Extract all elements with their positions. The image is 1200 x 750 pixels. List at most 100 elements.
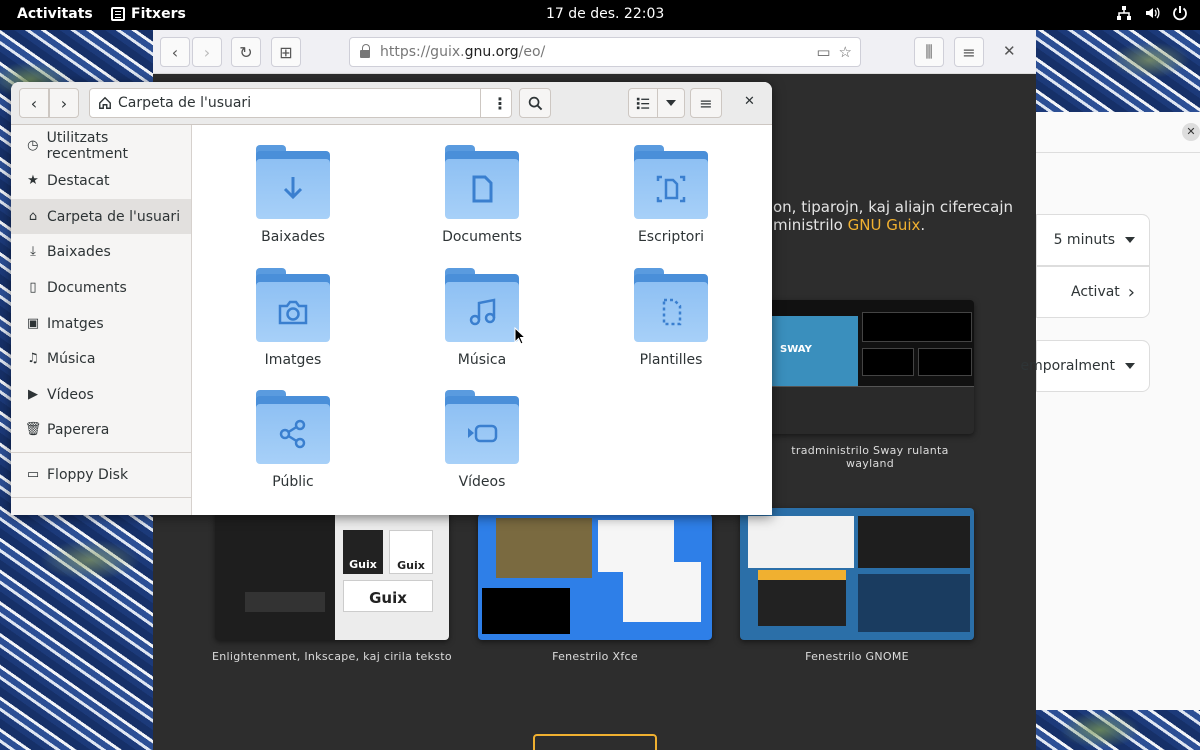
settings-close-button[interactable]: ✕ (1182, 123, 1200, 141)
sway-screenshot[interactable]: SWAY (766, 300, 974, 434)
path-current[interactable]: Carpeta de l'usuari (118, 95, 251, 111)
sidebar-item-music[interactable]: ♫ Música (11, 341, 191, 376)
automatic-lock-row[interactable]: Activat › (1036, 266, 1150, 318)
view-options-button[interactable] (657, 88, 685, 118)
lock-status: Activat (1071, 284, 1120, 300)
reload-button[interactable]: ↻ (231, 37, 261, 67)
folder-public[interactable]: Públic (218, 390, 368, 490)
lock-icon (360, 44, 370, 58)
sidebar-item-label: Baixades (47, 243, 111, 260)
desktop-icon (656, 175, 686, 203)
folder-downloads[interactable]: Baixades (218, 145, 368, 245)
files-menu-button[interactable]: ≡ (690, 88, 722, 118)
home-icon (99, 96, 111, 109)
new-tab-button[interactable]: ⊞ (271, 37, 301, 67)
page-text-line2: ministrilo (773, 216, 848, 234)
sway-label: SWAY (780, 344, 812, 355)
clock[interactable]: 17 de des. 22:03 (546, 6, 664, 22)
gnome-screenshot[interactable] (740, 508, 974, 640)
sidebar-item-label: Documents (47, 279, 127, 296)
close-icon: ✕ (1003, 42, 1016, 60)
network-icon (1116, 5, 1132, 25)
trash-icon: 🗑 (24, 422, 42, 437)
mouse-pointer-icon (514, 327, 526, 345)
chevron-left-icon: ‹ (171, 42, 179, 62)
blank-screen-delay-dropdown[interactable]: 5 minuts (1036, 214, 1150, 266)
sidebar-item-home[interactable]: ⌂ Carpeta de l'usuari (11, 199, 191, 234)
folder-pictures[interactable]: Imatges (218, 268, 368, 368)
sidebar-item-floppy[interactable]: ▭ Floppy Disk (11, 457, 191, 492)
files-forward-button[interactable]: › (49, 88, 79, 118)
folder-music[interactable]: Música (407, 268, 557, 368)
volume-icon (1144, 5, 1160, 25)
url-path: /eo/ (518, 44, 546, 60)
files-close-button[interactable]: ✕ (744, 94, 755, 109)
files-back-button[interactable]: ‹ (19, 88, 49, 118)
sidebar-item-label: Carpeta de l'usuari (47, 208, 181, 225)
close-icon: ✕ (1186, 125, 1196, 138)
list-view-button[interactable] (628, 88, 658, 118)
sidebar-item-trash[interactable]: 🗑 Paperera (11, 412, 191, 447)
temporary-dropdown[interactable]: emporalment (1020, 340, 1150, 392)
video-icon: ▶ (28, 387, 38, 402)
folder-icon (256, 268, 330, 342)
folder-videos[interactable]: Vídeos (407, 390, 557, 490)
sidebar-item-pictures[interactable]: ▣ Imatges (11, 306, 191, 341)
system-tray[interactable] (1116, 5, 1188, 25)
caption-sway: tradministrilo Sway rulanta wayland (791, 444, 949, 470)
gnu-guix-link[interactable]: GNU Guix (848, 216, 921, 234)
sidebar-item-documents[interactable]: ▯ Documents (11, 270, 191, 305)
menu-button[interactable]: ≡ (954, 37, 984, 67)
chevron-left-icon: ‹ (30, 93, 38, 113)
folder-templates[interactable]: Plantilles (596, 268, 746, 368)
app-name: Fitxers (131, 6, 186, 22)
hamburger-icon: ≡ (962, 42, 976, 62)
chevron-right-icon: › (203, 42, 211, 62)
caret-down-icon (666, 100, 676, 106)
home-icon: ⌂ (28, 209, 38, 224)
guix-logo-3: Guix (343, 580, 433, 612)
chevron-right-icon: › (1127, 281, 1135, 303)
reader-view-icon[interactable]: ▭ (816, 43, 830, 61)
template-icon (662, 298, 682, 326)
files-app-icon (111, 7, 125, 21)
library-button[interactable]: ⫼ (914, 37, 944, 67)
activities-button[interactable]: Activitats (17, 6, 93, 22)
folder-label: Vídeos (458, 474, 506, 490)
files-sidebar: ◷ Utilitzats recentment ★ Destacat ⌂ Carpet… (11, 125, 192, 515)
delay-value: 5 minuts (1053, 232, 1115, 248)
forward-button[interactable]: › (192, 37, 222, 67)
folder-icon (634, 268, 708, 342)
sidebar-item-recent[interactable]: ◷ Utilitzats recentment (11, 128, 191, 163)
bookmark-star-icon[interactable]: ☆ (839, 43, 852, 61)
page-action-button[interactable] (533, 734, 657, 750)
close-window-button[interactable]: ✕ (1003, 42, 1016, 60)
camera-icon (278, 300, 308, 325)
xfce-screenshot[interactable] (478, 514, 712, 640)
floppy-icon: ▭ (26, 467, 40, 482)
url-bar[interactable]: https://guix. gnu.org/eo/ ▭ ☆ (349, 37, 861, 67)
share-icon (279, 419, 306, 449)
sidebar-item-downloads[interactable]: ⤓ Baixades (11, 234, 191, 269)
caret-down-icon (1125, 237, 1135, 243)
enlightenment-screenshot[interactable]: Guix Guix Guix (215, 508, 449, 640)
sidebar-item-label: Música (47, 350, 96, 367)
back-button[interactable]: ‹ (160, 37, 190, 67)
sidebar-item-label: Utilitzats recentment (46, 129, 129, 162)
search-button[interactable] (519, 88, 551, 118)
path-menu-icon[interactable]: ⋮ (492, 94, 508, 113)
browser-toolbar: ‹ › ↻ ⊞ https://guix. gnu.org/eo/ ▭ ☆ ⫼ ≡… (153, 30, 1036, 74)
folder-label: Baixades (261, 229, 325, 245)
close-icon: ✕ (744, 94, 755, 109)
app-menu[interactable]: Fitxers (111, 6, 186, 22)
folder-icon (256, 390, 330, 464)
path-bar[interactable]: Carpeta de l'usuari ⋮ (89, 88, 512, 118)
chevron-right-icon: › (60, 93, 68, 113)
reload-icon: ↻ (239, 42, 253, 62)
sidebar-item-videos[interactable]: ▶ Vídeos (11, 377, 191, 412)
folder-icon (445, 268, 519, 342)
clock-icon: ◷ (27, 138, 39, 153)
sidebar-item-starred[interactable]: ★ Destacat (11, 163, 191, 198)
folder-desktop[interactable]: Escriptori (596, 145, 746, 245)
folder-documents[interactable]: Documents (407, 145, 557, 245)
